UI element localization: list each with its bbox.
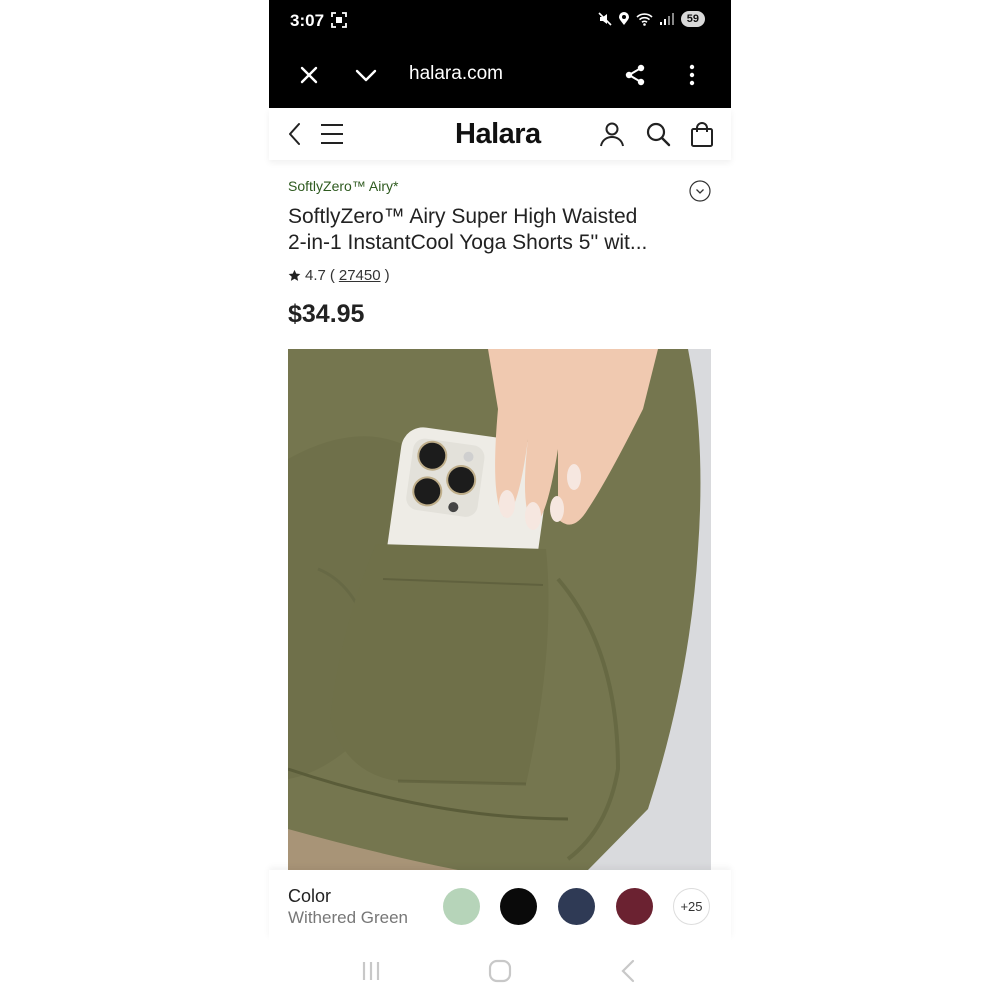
status-time: 3:07 xyxy=(290,11,325,30)
location-icon xyxy=(618,12,629,25)
more-vert-icon[interactable] xyxy=(680,63,704,87)
screenshot-icon xyxy=(331,12,347,28)
product-rating: 4.7 ( 27450 ) xyxy=(288,267,390,284)
more-colors-button[interactable]: +25 xyxy=(673,888,710,925)
rating-open-paren: ( xyxy=(329,267,335,284)
search-icon[interactable] xyxy=(645,121,671,147)
status-bar: 3:07 59 xyxy=(269,0,731,42)
recent-apps-icon[interactable] xyxy=(358,958,384,984)
product-image[interactable] xyxy=(288,349,711,870)
back-icon[interactable] xyxy=(616,958,642,984)
product-title-line2: 2-in-1 InstantCool Yoga Shorts 5'' wit..… xyxy=(288,231,648,254)
color-swatch-burgundy[interactable] xyxy=(616,888,653,925)
shopping-bag-icon[interactable] xyxy=(689,121,715,147)
review-count-link[interactable]: 27450 xyxy=(339,267,381,284)
site-logo[interactable]: Halara xyxy=(455,118,541,151)
star-icon xyxy=(288,269,301,281)
expand-circle-icon[interactable] xyxy=(689,180,711,202)
chevron-left-icon[interactable] xyxy=(283,121,309,147)
product-price: $34.95 xyxy=(288,300,365,328)
home-icon[interactable] xyxy=(487,958,513,984)
wifi-icon xyxy=(636,13,653,26)
signal-icon xyxy=(659,13,674,25)
close-icon[interactable] xyxy=(297,63,321,87)
rating-value: 4.7 xyxy=(305,267,326,284)
product-title: SoftlyZero™ Airy Super High Waisted 2-in… xyxy=(288,204,680,256)
browser-toolbar: halara.com xyxy=(269,42,731,108)
mute-icon xyxy=(598,12,612,26)
chevron-down-icon[interactable] xyxy=(354,63,378,87)
site-header: Halara xyxy=(269,108,731,160)
phone-screen: 3:07 59 halara.com Halara SoftlyZero™ Ai… xyxy=(269,0,731,1000)
share-icon[interactable] xyxy=(623,63,647,87)
system-nav-bar xyxy=(269,940,731,1000)
product-photo xyxy=(288,349,711,870)
product-title-line1: SoftlyZero™ Airy Super High Waisted xyxy=(288,205,638,228)
collection-link[interactable]: SoftlyZero™ Airy* xyxy=(288,178,398,194)
color-swatch-withered-green[interactable] xyxy=(443,888,480,925)
status-indicators: 59 xyxy=(598,11,705,27)
battery-level: 59 xyxy=(680,11,705,27)
color-swatch-black[interactable] xyxy=(500,888,537,925)
rating-close-paren: ) xyxy=(384,267,390,284)
user-icon[interactable] xyxy=(599,121,625,147)
color-picker-bar: Color Withered Green +25 xyxy=(269,870,731,940)
color-label: Color xyxy=(288,886,332,906)
hamburger-icon[interactable] xyxy=(319,121,345,147)
url-field[interactable]: halara.com xyxy=(409,63,503,85)
color-swatch-navy[interactable] xyxy=(558,888,595,925)
selected-color: Withered Green xyxy=(288,908,408,927)
